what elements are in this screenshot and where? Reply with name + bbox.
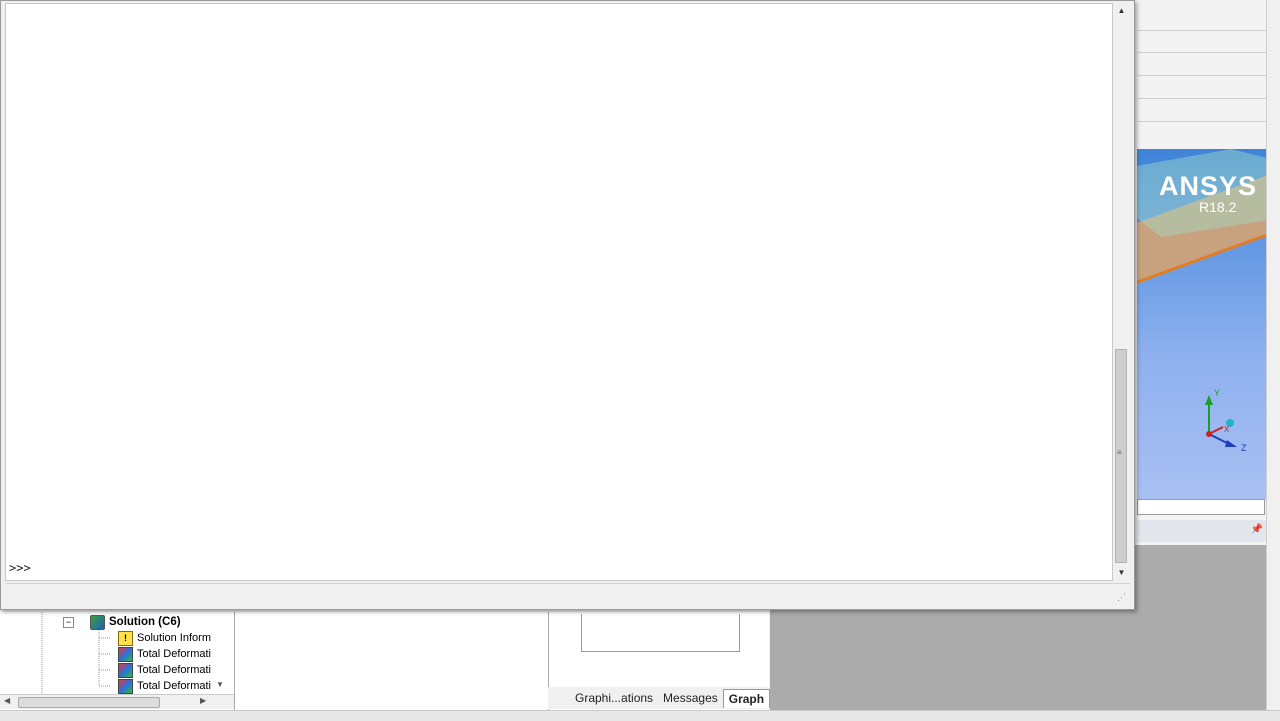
total-deformation-icon — [118, 646, 133, 662]
axis-triad-icon[interactable]: Y X Z — [1197, 389, 1257, 464]
tree-item-total-deformation[interactable]: Total Deformati — [118, 662, 211, 678]
solution-information-icon: ! — [118, 630, 133, 646]
tree-item-label: Total Deformati — [137, 680, 211, 692]
window-edge — [1266, 0, 1280, 720]
scroll-thumb[interactable]: ≡ — [1115, 349, 1127, 563]
details-row-divider — [1138, 121, 1268, 122]
scroll-right-arrow-icon[interactable]: ▶ — [200, 696, 206, 705]
console-vertical-scrollbar[interactable]: ▲ ≡ ▼ — [1113, 3, 1130, 581]
tree-item-total-deformation[interactable]: Total Deformati — [118, 646, 211, 662]
scroll-thumb[interactable] — [18, 697, 160, 708]
tab-graphics-annotations[interactable]: Graphi...ations — [570, 691, 658, 705]
details-row-divider — [1138, 30, 1268, 31]
solution-icon — [90, 614, 105, 630]
scroll-down-arrow-icon[interactable]: ▼ — [1113, 565, 1130, 581]
triad-y-label: Y — [1214, 389, 1220, 398]
viewport-status-bar — [1137, 499, 1265, 515]
tree-item-label: Total Deformati — [137, 648, 211, 660]
pin-icon[interactable]: 📌 — [1251, 524, 1263, 535]
shell-console-window: >>> ▲ ≡ ▼ ⋰ — [0, 0, 1135, 610]
total-deformation-icon — [118, 678, 133, 694]
tree-item-label: Total Deformati — [137, 664, 211, 676]
ansys-logo: ANSYS — [1159, 171, 1258, 201]
triad-x-label: X — [1224, 425, 1230, 434]
resize-grip-icon[interactable]: ⋰ — [1117, 592, 1126, 603]
tree-item-total-deformation[interactable]: Total Deformati — [118, 678, 211, 694]
graphics-viewport[interactable]: ANSYS R18.2 Y X Z — [1137, 149, 1266, 499]
bottom-tab-bar: Graphi...ations Messages Graph — [548, 687, 771, 709]
details-row-divider — [1138, 75, 1268, 76]
status-bar — [0, 710, 1280, 721]
tree-item-label: Solution Inform — [137, 632, 211, 644]
tab-messages[interactable]: Messages — [658, 691, 723, 705]
scroll-up-arrow-icon[interactable]: ▲ — [1113, 3, 1130, 19]
console-prompt[interactable]: >>> — [9, 561, 31, 575]
scroll-down-arrow-icon[interactable]: ▼ — [216, 680, 224, 689]
console-output-area[interactable]: >>> — [5, 3, 1113, 581]
tab-graph[interactable]: Graph — [722, 688, 771, 708]
details-row-divider — [1138, 52, 1268, 53]
panel-header: 📌 — [1137, 520, 1267, 542]
tree-item-solution[interactable]: Solution (C6) — [90, 614, 181, 630]
console-status-bar: ⋰ — [5, 583, 1130, 606]
tree-horizontal-scrollbar[interactable]: ◀ ▶ — [0, 694, 234, 709]
details-row-divider — [1138, 98, 1268, 99]
graph-area — [581, 614, 740, 652]
ansys-version-label: R18.2 — [1199, 199, 1237, 215]
collapse-toggle-icon[interactable]: − — [63, 617, 74, 628]
details-view — [235, 612, 549, 710]
total-deformation-icon — [118, 662, 133, 678]
scroll-left-arrow-icon[interactable]: ◀ — [4, 696, 10, 705]
grip-icon: ≡ — [1117, 448, 1122, 457]
tree-item-label: Solution (C6) — [109, 616, 181, 628]
tree-item-solution-information[interactable]: ! Solution Inform — [118, 630, 211, 646]
triad-z-label: Z — [1241, 443, 1247, 453]
